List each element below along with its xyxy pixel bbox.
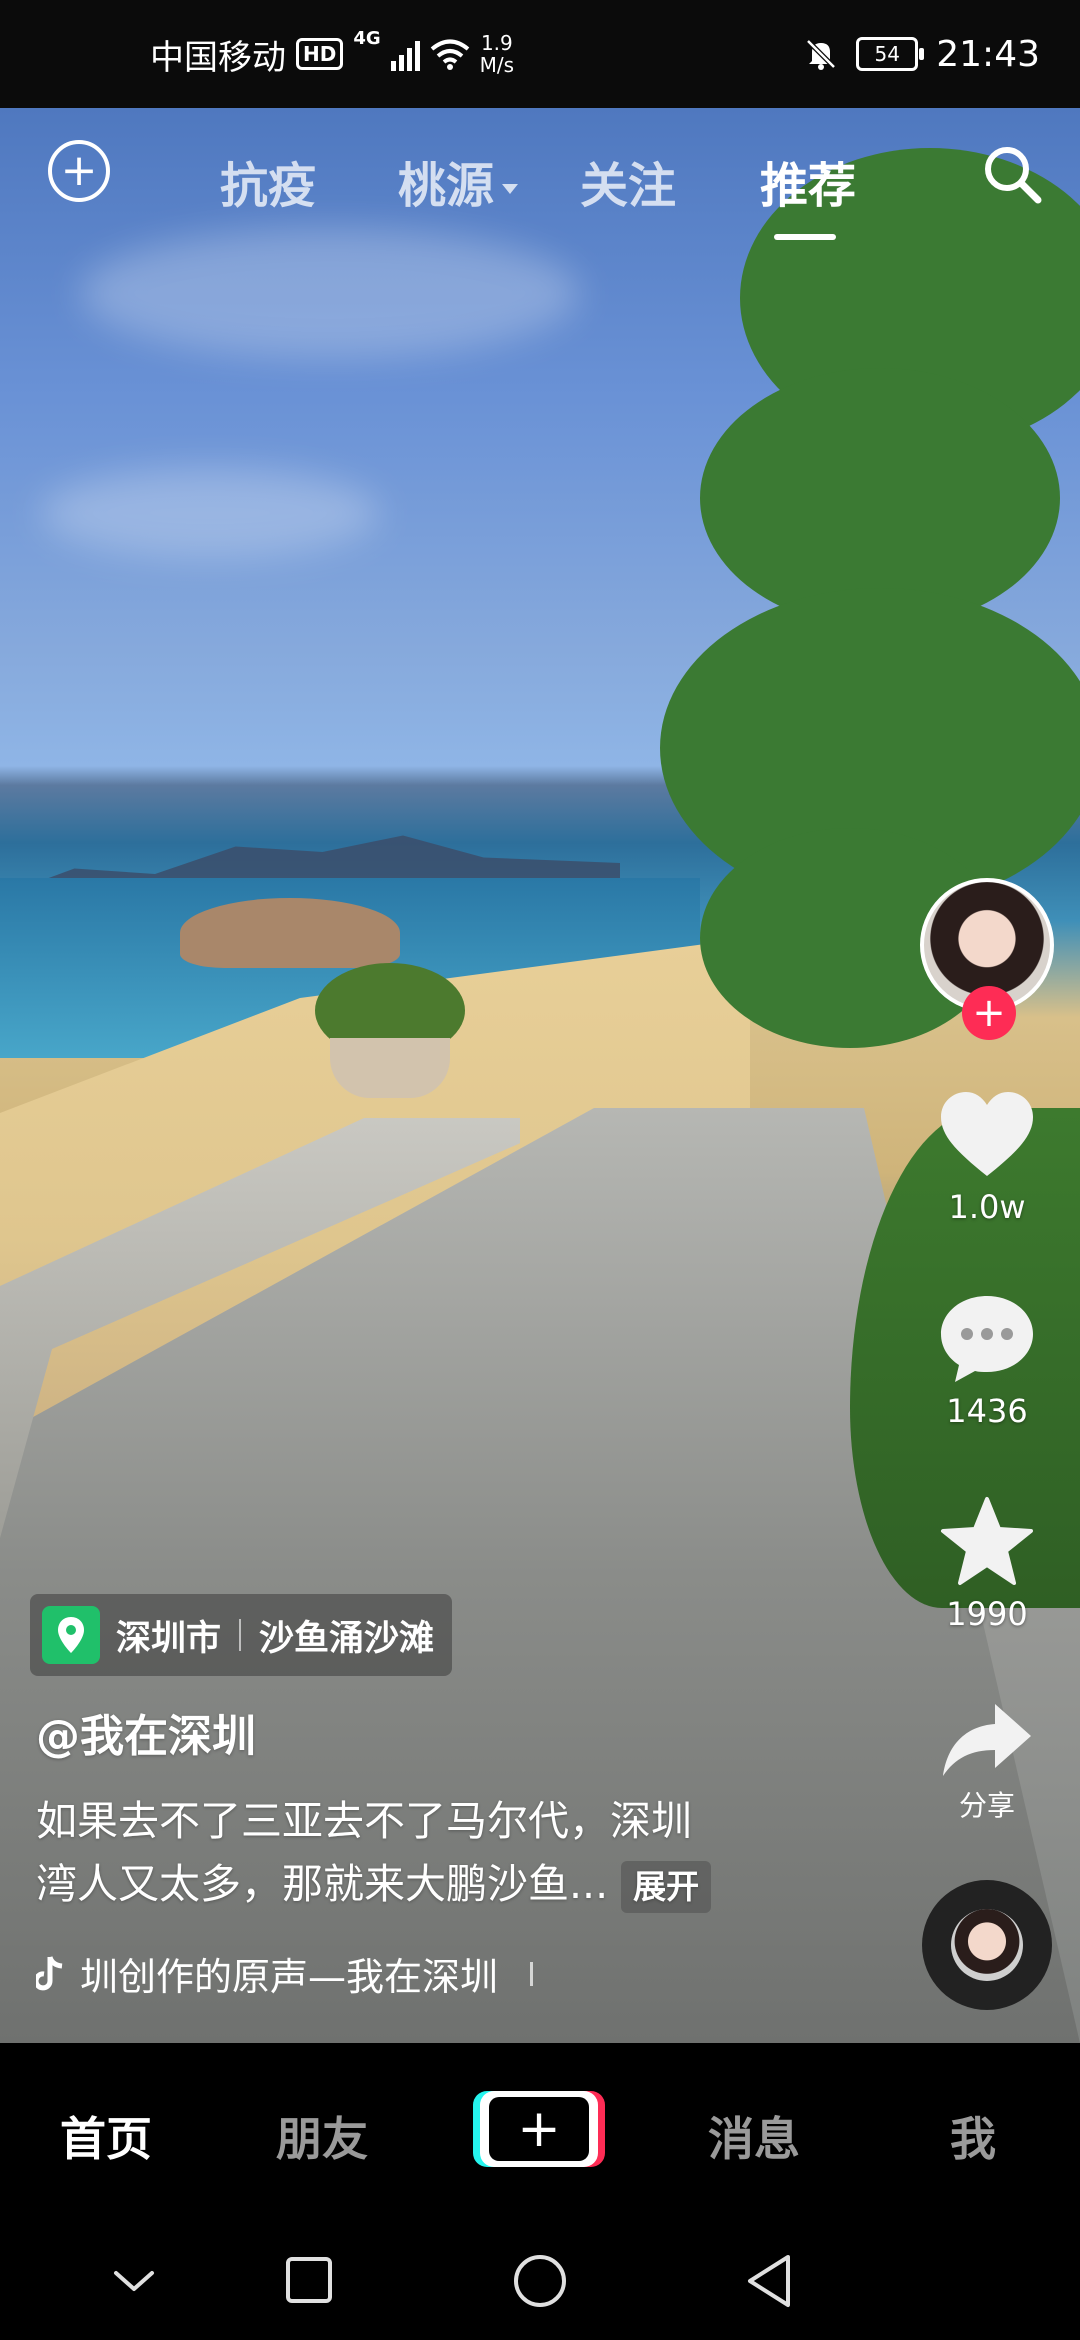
- share-label: 分享: [958, 1789, 1015, 1822]
- like-action[interactable]: 1.0w: [912, 1090, 1062, 1226]
- favorite-count: 1990: [946, 1595, 1028, 1633]
- description-line-1: 如果去不了三亚去不了马尔代，深圳: [36, 1797, 692, 1845]
- tab-label: 抗疫: [220, 158, 317, 214]
- clock: 21:43: [936, 33, 1040, 75]
- expand-button[interactable]: 展开: [621, 1861, 712, 1913]
- nav-label: 消息: [708, 2112, 800, 2166]
- nav-friends[interactable]: 朋友: [276, 2103, 368, 2169]
- follow-plus-icon[interactable]: +: [962, 986, 1016, 1040]
- comment-action[interactable]: 1436: [912, 1292, 1062, 1430]
- share-arrow-icon[interactable]: [939, 1700, 1035, 1780]
- tab-kangyi[interactable]: 抗疫: [220, 146, 316, 216]
- network-type: 4G: [353, 28, 381, 49]
- comment-icon[interactable]: [937, 1292, 1037, 1384]
- nav-home[interactable]: 首页: [60, 2103, 152, 2169]
- nav-label: 首页: [60, 2112, 152, 2166]
- tab-label: 桃源: [398, 158, 495, 214]
- mute-bell-icon: [806, 39, 837, 70]
- music-note-icon: [36, 1955, 63, 1990]
- like-count: 1.0w: [948, 1188, 1026, 1226]
- recent-apps-icon[interactable]: [284, 2255, 334, 2305]
- divider: [239, 1619, 242, 1651]
- speed-unit: M/s: [479, 53, 515, 77]
- hd-badge: HD: [296, 38, 344, 70]
- favorite-action[interactable]: 1990: [912, 1495, 1062, 1633]
- author-avatar-group[interactable]: +: [920, 878, 1060, 1040]
- wifi-icon: [430, 39, 469, 70]
- home-circle-icon[interactable]: [512, 2253, 568, 2309]
- music-disc[interactable]: [922, 1880, 1052, 2010]
- marquee-divider: [530, 1961, 534, 1986]
- chevron-down-icon[interactable]: [112, 2267, 156, 2295]
- back-triangle-icon[interactable]: [744, 2253, 794, 2309]
- location-pin-icon: [42, 1606, 100, 1664]
- nav-label: 我: [950, 2112, 996, 2166]
- battery-icon: 54: [856, 37, 925, 71]
- nav-me[interactable]: 我: [950, 2103, 996, 2169]
- search-icon[interactable]: [980, 142, 1044, 206]
- music-title: 圳创作的原声—我在深圳: [80, 1955, 499, 1999]
- top-nav: + 抗疫 桃源 关注 推荐: [0, 108, 1080, 240]
- location-place: 沙鱼涌沙滩: [259, 1618, 435, 1659]
- music-cover: [951, 1909, 1023, 1981]
- cloud: [80, 228, 580, 358]
- tab-taoyuan[interactable]: 桃源: [398, 146, 519, 216]
- chevron-down-icon: [502, 184, 519, 194]
- location-city: 深圳市: [116, 1618, 222, 1659]
- status-bar: 中国移动 HD 4G 1.9 M/s 54 21:43: [0, 0, 1080, 108]
- heart-icon[interactable]: [937, 1090, 1037, 1180]
- tab-following[interactable]: 关注: [580, 146, 676, 216]
- cloud: [40, 468, 380, 558]
- star-icon[interactable]: [939, 1495, 1035, 1587]
- music-info[interactable]: 圳创作的原声—我在深圳: [36, 1946, 534, 2001]
- network-speed: 1.9 M/s: [480, 32, 514, 76]
- nav-label: 朋友: [276, 2112, 368, 2166]
- location-tag[interactable]: 深圳市 沙鱼涌沙滩: [30, 1594, 453, 1676]
- speed-value: 1.9: [480, 31, 513, 55]
- status-right: 54 21:43: [804, 28, 1040, 80]
- share-action[interactable]: 分享: [912, 1700, 1062, 1824]
- comment-count: 1436: [946, 1392, 1028, 1430]
- post-description: 如果去不了三亚去不了马尔代，深圳 湾人又太多，那就来大鹏沙鱼... 展开: [36, 1790, 776, 1916]
- plant-pot: [330, 1038, 450, 1098]
- system-nav-bar: [0, 2223, 1080, 2340]
- nav-messages[interactable]: 消息: [708, 2103, 800, 2169]
- description-line-2: 湾人又太多，那就来大鹏沙鱼... 展开: [36, 1853, 776, 1916]
- active-tab-indicator: [774, 234, 836, 240]
- tab-label: 关注: [580, 158, 677, 214]
- add-icon[interactable]: +: [48, 140, 110, 202]
- create-button[interactable]: +: [480, 2091, 598, 2167]
- status-left: 中国移动 HD 4G 1.9 M/s: [150, 28, 514, 80]
- rock: [180, 898, 400, 968]
- plus-icon: +: [489, 2097, 589, 2161]
- author-name[interactable]: @我在深圳: [36, 1700, 256, 1764]
- description-line-2-text: 湾人又太多，那就来大鹏沙鱼...: [36, 1860, 609, 1908]
- tab-label: 推荐: [760, 158, 857, 214]
- signal-icon: [390, 37, 420, 71]
- bottom-nav: 首页 朋友 + 消息 我: [0, 2043, 1080, 2223]
- tab-recommended[interactable]: 推荐: [760, 146, 857, 240]
- carrier-name: 中国移动: [150, 37, 286, 78]
